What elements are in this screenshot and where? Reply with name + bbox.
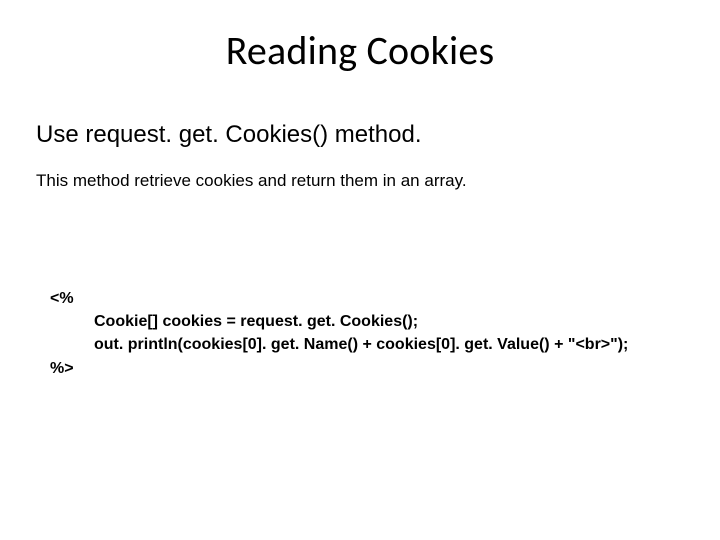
- code-open-tag: <%: [50, 287, 684, 310]
- description: This method retrieve cookies and return …: [36, 171, 684, 191]
- code-close-tag: %>: [50, 357, 684, 380]
- slide: Reading Cookies Use request. get. Cookie…: [0, 0, 720, 540]
- code-line-1: Cookie[] cookies = request. get. Cookies…: [50, 310, 684, 333]
- page-title: Reading Cookies: [36, 26, 684, 75]
- code-line-2: out. println(cookies[0]. get. Name() + c…: [50, 333, 684, 356]
- code-block: <% Cookie[] cookies = request. get. Cook…: [36, 287, 684, 380]
- subheading: Use request. get. Cookies() method.: [36, 121, 684, 149]
